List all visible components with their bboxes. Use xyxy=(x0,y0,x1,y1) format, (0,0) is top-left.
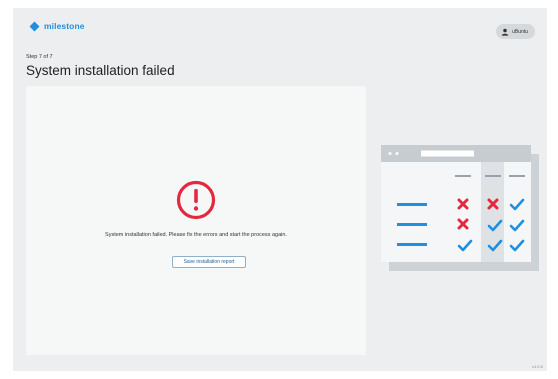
save-installation-report-button[interactable]: Save installation report xyxy=(172,256,246,268)
milestone-diamond-icon xyxy=(29,21,40,31)
user-name: uBuntu xyxy=(512,28,528,35)
result-card: System installation failed. Please fix t… xyxy=(26,86,366,355)
error-message: System installation failed. Please fix t… xyxy=(105,232,287,238)
checklist-illustration xyxy=(381,145,539,271)
user-icon xyxy=(501,28,509,36)
step-indicator: Step 7 of 7 xyxy=(26,54,53,60)
version-label: v1.0.0 xyxy=(532,364,543,369)
user-menu[interactable]: uBuntu xyxy=(496,24,535,39)
error-circle-exclamation-icon xyxy=(176,180,216,220)
page-title: System installation failed xyxy=(26,63,175,78)
brand-name: milestone xyxy=(44,21,85,31)
brand-logo: milestone xyxy=(29,21,85,31)
installer-window: milestone uBuntu Step 7 of 7 System inst… xyxy=(13,8,547,371)
